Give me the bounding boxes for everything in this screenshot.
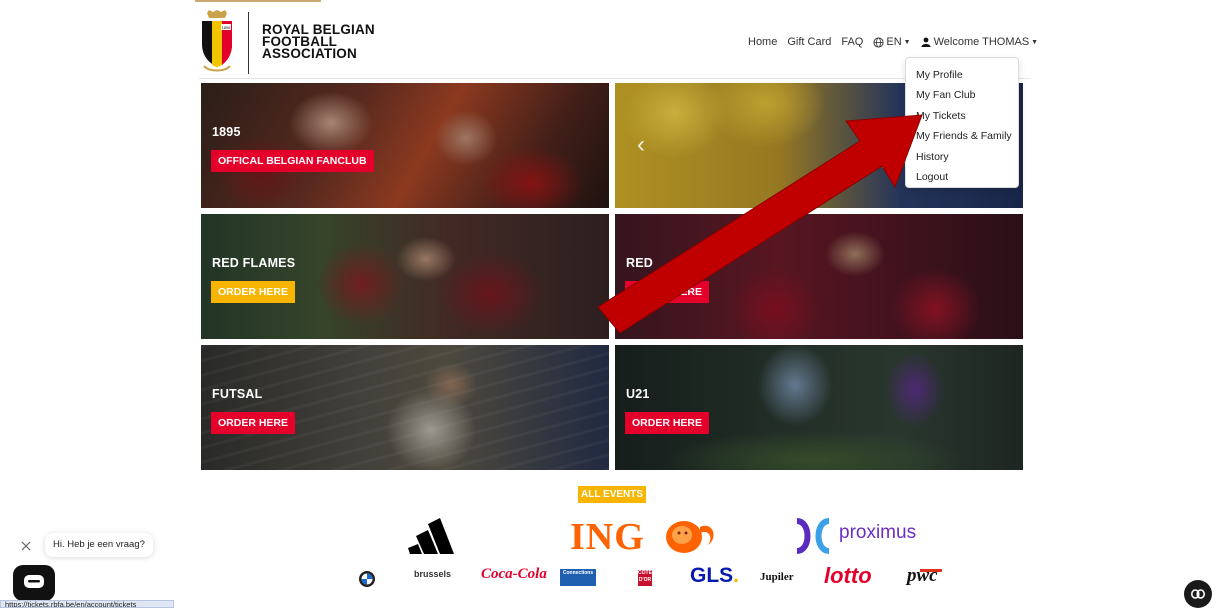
tile-overlay xyxy=(615,345,1023,470)
proximus-wordmark: proximus xyxy=(839,522,917,543)
adidas-logo-icon[interactable] xyxy=(408,516,468,556)
welcome-label: Welcome THOMAS xyxy=(933,36,1030,48)
chat-launcher-button[interactable] xyxy=(13,565,55,601)
link-button[interactable] xyxy=(1184,580,1212,608)
bmw-logo-icon[interactable] xyxy=(358,570,376,588)
tile-title: U21 xyxy=(626,387,650,401)
proximus-logo-icon[interactable] xyxy=(793,517,833,555)
carousel-prev-button[interactable]: ‹ xyxy=(637,131,645,159)
tile-title: FUTSAL xyxy=(212,387,263,401)
brand-name-line-3: ASSOCIATION xyxy=(262,46,357,61)
ing-logo[interactable]: ING xyxy=(570,515,645,559)
tile-fanclub[interactable]: 1895 OFFICAL BELGIAN FANCLUB xyxy=(201,83,609,208)
globe-icon xyxy=(873,36,884,48)
fanclub-button[interactable]: OFFICAL BELGIAN FANCLUB xyxy=(211,150,374,172)
chat-greeting-bubble[interactable]: Hi. Heb je een vraag? xyxy=(45,533,153,557)
menu-item-my-fan-club[interactable]: My Fan Club xyxy=(906,85,1018,105)
lotto-logo[interactable]: lotto xyxy=(824,563,872,589)
account-dropdown-menu: My Profile My Fan Club My Tickets My Fri… xyxy=(905,57,1019,188)
top-accent-bar xyxy=(195,0,321,2)
status-url: https://tickets.rbfa.be/en/account/ticke… xyxy=(0,600,174,608)
link-icon xyxy=(1191,589,1205,599)
top-nav: Home Gift Card FAQ EN ▼ Welcome THOMAS ▼ xyxy=(748,36,1048,48)
svg-text:1895: 1895 xyxy=(222,25,232,30)
tile-red-devils[interactable]: RED ORDER HERE xyxy=(615,214,1023,339)
order-here-button[interactable]: ORDER HERE xyxy=(625,412,710,434)
gls-wordmark: GLS xyxy=(690,564,734,587)
close-icon[interactable] xyxy=(18,538,34,554)
tile-futsal[interactable]: FUTSAL ORDER HERE xyxy=(201,345,609,470)
tile-overlay xyxy=(201,83,609,208)
cocacola-logo[interactable]: Coca-Cola xyxy=(481,566,547,583)
all-events-link[interactable]: ALL EVENTS xyxy=(578,486,647,503)
gls-logo[interactable]: GLS. xyxy=(690,564,739,588)
tile-u21[interactable]: U21 ORDER HERE xyxy=(615,345,1023,470)
connections-logo[interactable]: Connections xyxy=(560,569,596,586)
tile-title: RED xyxy=(626,256,653,270)
tile-title: 1895 xyxy=(212,125,241,139)
nav-gift-card-link[interactable]: Gift Card xyxy=(787,36,831,48)
menu-item-my-profile[interactable]: My Profile xyxy=(906,65,1018,85)
tile-overlay xyxy=(201,214,609,339)
gls-dot-icon: . xyxy=(733,564,740,587)
order-here-button[interactable]: ORDER HERE xyxy=(625,281,710,303)
chat-icon xyxy=(24,575,44,588)
tile-title: RED FLAMES xyxy=(212,256,296,270)
nav-home-link[interactable]: Home xyxy=(748,36,777,48)
ing-lion-icon xyxy=(666,521,714,553)
language-selector[interactable]: EN ▼ xyxy=(873,36,911,48)
menu-item-logout[interactable]: Logout xyxy=(906,167,1018,187)
brussels-logo[interactable]: brussels xyxy=(414,569,451,579)
language-label: EN xyxy=(886,36,902,48)
brand-name: ROYAL BELGIAN FOOTBALL ASSOCIATION xyxy=(262,23,375,61)
user-menu-toggle[interactable]: Welcome THOMAS ▼ xyxy=(921,36,1039,48)
nav-faq-link[interactable]: FAQ xyxy=(841,36,863,48)
rbfa-crest-icon: 1895 xyxy=(202,10,232,72)
tile-overlay xyxy=(615,214,1023,339)
logo-divider xyxy=(248,12,249,74)
menu-item-my-tickets[interactable]: My Tickets xyxy=(906,106,1018,126)
order-here-button[interactable]: ORDER HERE xyxy=(211,412,296,434)
tile-overlay xyxy=(201,345,609,470)
pwc-logo[interactable]: pwc xyxy=(907,565,938,587)
cote-dor-logo[interactable]: COTE D'OR xyxy=(638,570,652,586)
chevron-down-icon: ▼ xyxy=(903,38,911,46)
order-here-button[interactable]: ORDER HERE xyxy=(211,281,296,303)
chevron-down-icon: ▼ xyxy=(1031,38,1039,46)
jupiler-logo[interactable]: Jupiler xyxy=(760,571,794,583)
user-icon xyxy=(921,37,931,47)
menu-item-history[interactable]: History xyxy=(906,147,1018,167)
menu-item-my-friends-family[interactable]: My Friends & Family xyxy=(906,126,1018,146)
tile-red-flames[interactable]: RED FLAMES ORDER HERE xyxy=(201,214,609,339)
